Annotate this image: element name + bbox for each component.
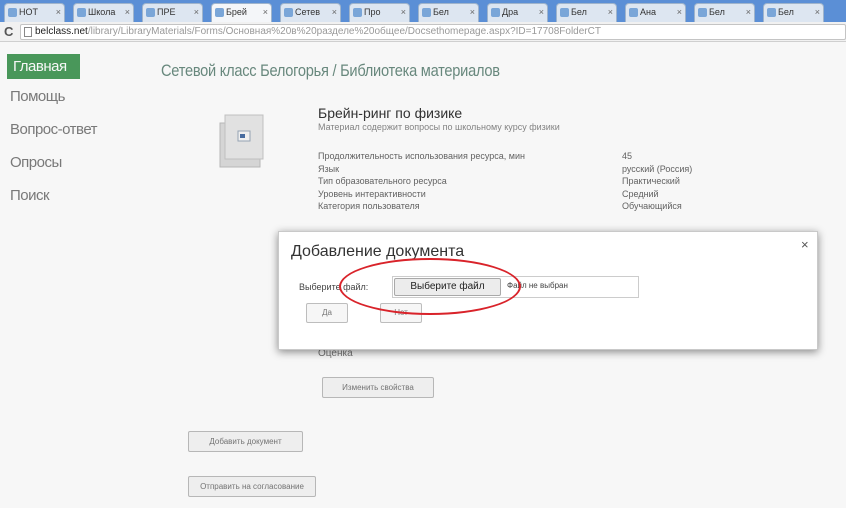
tab-close-icon[interactable]: ×	[746, 7, 751, 17]
browser-tab[interactable]: Школа ×	[73, 3, 134, 22]
tab-favicon-icon	[146, 8, 155, 17]
address-bar: C belclass.net/library/LibraryMaterials/…	[0, 22, 846, 42]
browser-tab[interactable]: Дра ×	[487, 3, 548, 22]
browser-tab[interactable]: Брей ×	[211, 3, 272, 22]
browser-tab[interactable]: Бел ×	[763, 3, 824, 22]
browser-tab[interactable]: Сетев ×	[280, 3, 341, 22]
tab-label: Бел	[778, 7, 794, 17]
tab-favicon-icon	[698, 8, 707, 17]
tab-label: Бел	[433, 7, 449, 17]
browser-tab[interactable]: Про ×	[349, 3, 410, 22]
tab-label: Сетев	[295, 7, 321, 17]
tab-label: Бел	[709, 7, 725, 17]
browser-tab[interactable]: Бел ×	[556, 3, 617, 22]
tab-label: Дра	[502, 7, 519, 17]
tab-favicon-icon	[8, 8, 17, 17]
tab-favicon-icon	[560, 8, 569, 17]
url-path: /library/LibraryMaterials/Forms/Основная…	[87, 26, 601, 37]
url-field[interactable]: belclass.net/library/LibraryMaterials/Fo…	[20, 24, 846, 40]
tab-close-icon[interactable]: ×	[332, 7, 337, 17]
tab-favicon-icon	[491, 8, 500, 17]
tab-label: Брей	[226, 7, 247, 17]
tab-close-icon[interactable]: ×	[470, 7, 475, 17]
tab-favicon-icon	[629, 8, 638, 17]
tab-favicon-icon	[284, 8, 293, 17]
browser-tab-strip: HOT × Школа × ПРЕ × Брей × Сетев × Про × Бел × Дра × Бел…	[0, 0, 846, 22]
browser-tab[interactable]: Бел ×	[694, 3, 755, 22]
tab-label: HOT	[19, 7, 38, 17]
cancel-button[interactable]: Нет	[380, 303, 422, 323]
tab-close-icon[interactable]: ×	[677, 7, 682, 17]
close-icon[interactable]: ×	[801, 237, 809, 252]
browser-tab[interactable]: HOT ×	[4, 3, 65, 22]
file-input[interactable]: Выберите файл Файл не выбран	[392, 276, 639, 298]
tab-close-icon[interactable]: ×	[401, 7, 406, 17]
tab-close-icon[interactable]: ×	[56, 7, 61, 17]
reload-icon[interactable]: C	[4, 24, 13, 39]
browser-tab[interactable]: ПРЕ ×	[142, 3, 203, 22]
tab-close-icon[interactable]: ×	[539, 7, 544, 17]
tab-close-icon[interactable]: ×	[263, 7, 268, 17]
tab-close-icon[interactable]: ×	[125, 7, 130, 17]
tab-close-icon[interactable]: ×	[815, 7, 820, 17]
browser-tab[interactable]: Бел ×	[418, 3, 479, 22]
dialog-title: Добавление документа	[291, 243, 465, 260]
url-host: belclass.net	[35, 26, 88, 37]
tab-favicon-icon	[215, 8, 224, 17]
tab-label: Про	[364, 7, 381, 17]
file-label: Выберите файл:	[299, 282, 369, 292]
browser-tab[interactable]: Ана ×	[625, 3, 686, 22]
tab-favicon-icon	[422, 8, 431, 17]
file-status: Файл не выбран	[507, 281, 568, 290]
add-document-dialog: Добавление документа × Выберите файл: Вы…	[278, 231, 818, 350]
tab-favicon-icon	[77, 8, 86, 17]
tab-close-icon[interactable]: ×	[194, 7, 199, 17]
tab-close-icon[interactable]: ×	[608, 7, 613, 17]
tab-label: ПРЕ	[157, 7, 176, 17]
tab-label: Бел	[571, 7, 587, 17]
tab-favicon-icon	[767, 8, 776, 17]
tab-favicon-icon	[353, 8, 362, 17]
page-icon	[24, 27, 32, 37]
choose-file-button[interactable]: Выберите файл	[394, 278, 501, 296]
tab-label: Ана	[640, 7, 656, 17]
ok-button[interactable]: Да	[306, 303, 348, 323]
tab-label: Школа	[88, 7, 116, 17]
